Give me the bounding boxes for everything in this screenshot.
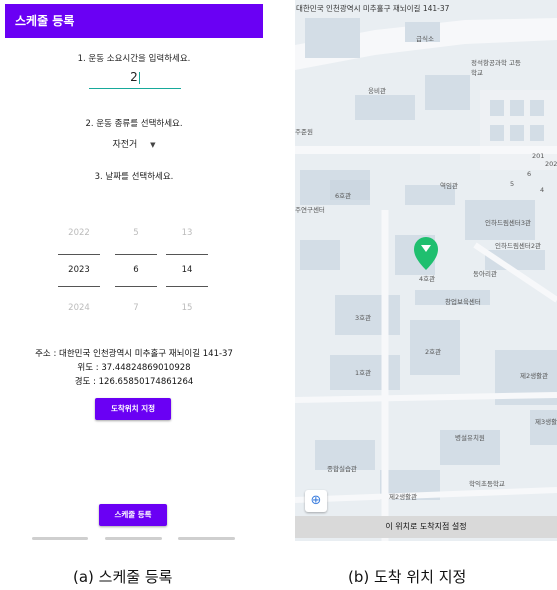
year-prev[interactable]: 2022	[58, 228, 100, 238]
map-label: 2호관	[425, 348, 442, 356]
day-next[interactable]: 15	[166, 303, 208, 313]
crosshair-icon: ⊕	[310, 493, 322, 508]
schedule-register-screen: 스케줄 등록 1. 운동 소요시간을 입력하세요. 2 2. 운동 종류를 선택…	[5, 4, 263, 541]
campus-map[interactable]	[295, 0, 557, 541]
map-label: 6	[527, 170, 532, 178]
latitude-text: 위도 : 37.44824869010928	[77, 363, 191, 373]
exercise-type-spinner[interactable]: 자전거 ▼	[5, 137, 263, 150]
picker-divider	[58, 286, 100, 287]
day-picker[interactable]: 13 14 15	[166, 224, 208, 320]
picker-divider	[166, 286, 208, 287]
map-label: 병설유치원	[455, 434, 485, 442]
map-label: 인하드림센터3관	[485, 219, 531, 227]
longitude-text: 경도 : 126.65850174861264	[74, 377, 194, 387]
map-label: 주준원	[295, 128, 313, 136]
picker-divider	[58, 254, 100, 255]
picker-divider	[115, 286, 157, 287]
register-schedule-button[interactable]: 스케줄 등록	[99, 504, 167, 526]
map-label: 1호관	[355, 369, 372, 377]
picker-divider	[115, 254, 157, 255]
map-label: 202	[545, 160, 557, 168]
address-text: 주소 : 대한민국 인천광역시 미추홀구 재뇌이길 141-37	[35, 349, 233, 359]
map-label: 제2생활관	[389, 493, 418, 501]
map-label: 4호관	[419, 275, 436, 283]
duration-value: 2	[130, 70, 138, 84]
set-location-button[interactable]: 도착위치 지정	[95, 398, 171, 420]
month-prev[interactable]: 5	[115, 228, 157, 238]
map-label: 인하드림센터2관	[495, 242, 541, 250]
map-label: 5	[510, 180, 515, 188]
year-selected[interactable]: 2023	[58, 265, 100, 275]
question-duration-label: 1. 운동 소요시간을 입력하세요.	[77, 54, 191, 64]
text-caret	[138, 71, 140, 84]
map-label: 창업보육센터	[445, 298, 481, 306]
app-bar-title: 스케줄 등록	[5, 4, 263, 38]
dropdown-arrow-icon: ▼	[150, 141, 156, 149]
map-label: 3호관	[355, 314, 372, 322]
map-label: 4	[540, 186, 545, 194]
my-location-button[interactable]: ⊕	[305, 490, 327, 512]
caption-left: (a) 스케줄 등록	[73, 568, 173, 586]
nav-bar-segment	[178, 537, 235, 540]
nav-bar-segment	[105, 537, 162, 540]
map-location-screen: 대한민국 인천광역시 미추홀구 재뇌이길 141-37 급식소 정석항공과학 고…	[295, 0, 557, 541]
map-label: 웅비관	[368, 87, 386, 95]
map-label: 종합실습관	[327, 465, 357, 473]
caption-right: (b) 도착 위치 지정	[348, 568, 467, 586]
day-selected[interactable]: 14	[166, 265, 208, 275]
month-next[interactable]: 7	[115, 303, 157, 313]
exercise-type-value: 자전거	[112, 140, 138, 150]
map-label: 급식소	[416, 35, 434, 43]
map-label: 학익초등학교	[469, 480, 505, 488]
duration-input[interactable]: 2	[89, 66, 181, 89]
map-label: 제3생활	[535, 418, 557, 426]
nav-bar-segment	[32, 537, 88, 540]
map-label: 제2생활관	[520, 372, 549, 380]
map-label: 정석항공과학 고등학교	[471, 59, 521, 77]
year-next[interactable]: 2024	[58, 303, 100, 313]
map-label: 주연구센터	[295, 206, 325, 214]
picker-divider	[166, 254, 208, 255]
year-picker[interactable]: 2022 2023 2024	[58, 224, 100, 320]
day-prev[interactable]: 13	[166, 228, 208, 238]
map-address-text: 대한민국 인천광역시 미추홀구 재뇌이길 141-37	[296, 4, 450, 13]
question-exercise-label: 2. 운동 종류를 선택하세요.	[85, 119, 183, 129]
map-label: 6호관	[335, 192, 352, 200]
map-label: 동아리관	[473, 270, 497, 278]
month-selected[interactable]: 6	[115, 265, 157, 275]
question-date-label: 3. 날짜를 선택하세요.	[94, 172, 174, 182]
map-label: 역임관	[440, 182, 458, 190]
map-label: 201	[532, 152, 545, 160]
confirm-location-button[interactable]: 이 위치로 도착지점 설정	[295, 516, 557, 538]
month-picker[interactable]: 5 6 7	[115, 224, 157, 320]
